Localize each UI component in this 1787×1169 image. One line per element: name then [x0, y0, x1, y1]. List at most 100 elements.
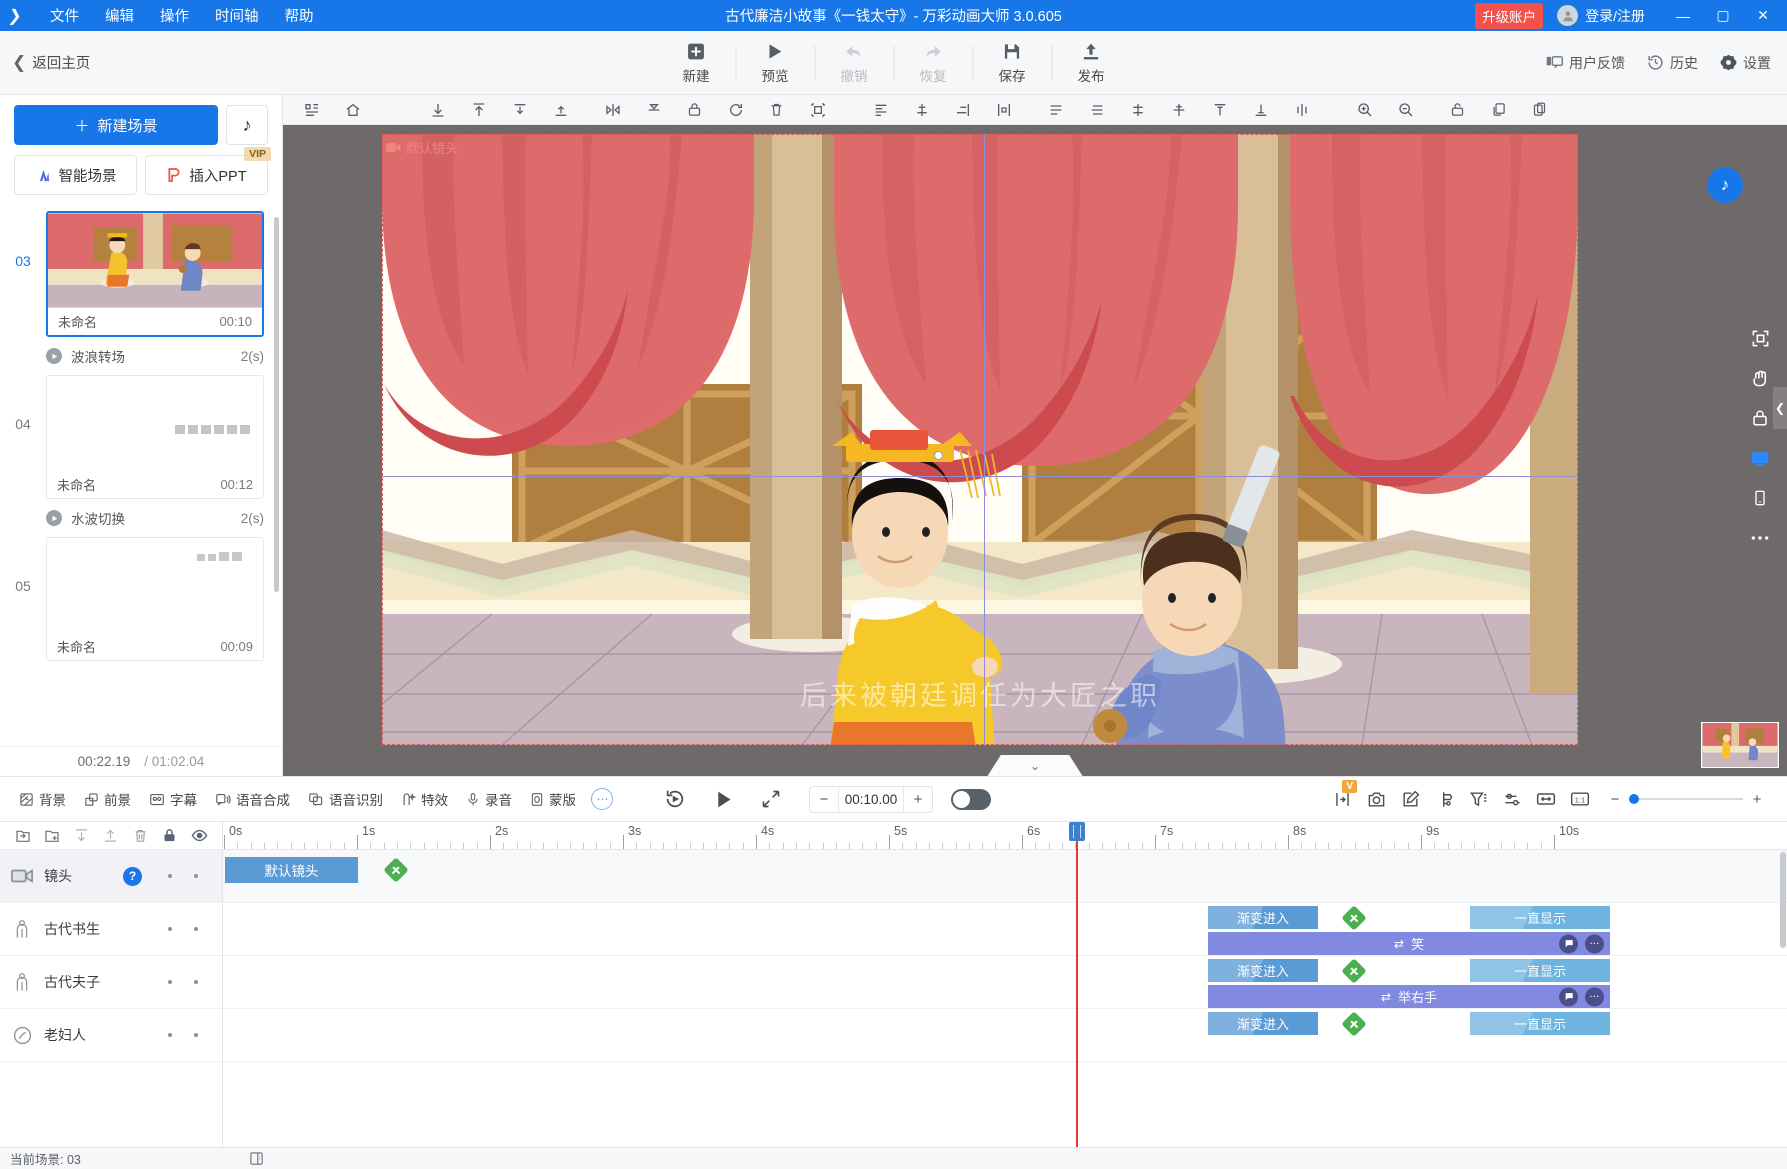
new-folder-icon[interactable] — [37, 824, 66, 848]
record-button[interactable]: 录音 — [457, 782, 521, 816]
preview-toggle[interactable] — [951, 788, 991, 810]
scene-music-button[interactable]: ♪ — [1707, 167, 1743, 203]
add-keyframe-button[interactable] — [1341, 905, 1367, 931]
clip-enter-effect[interactable]: 渐变进入 — [1208, 959, 1318, 982]
scene-card[interactable]: 未命名 00:10 — [46, 211, 264, 337]
align-v-bottom-icon[interactable] — [1240, 96, 1281, 124]
transition-item-0[interactable]: 波浪转场 2(s) — [0, 337, 282, 375]
paste-icon[interactable] — [1519, 96, 1560, 124]
lock-icon[interactable] — [674, 96, 715, 124]
save-button[interactable]: 保存 — [975, 38, 1049, 87]
upgrade-account-button[interactable]: 升级账户 — [1475, 2, 1544, 29]
mask-button[interactable]: 蒙版 — [521, 782, 585, 816]
track-lock-toggle[interactable] — [168, 1033, 172, 1037]
smart-scene-button[interactable]: 智能场景 — [14, 155, 137, 195]
clip-enter-effect[interactable]: 渐变进入 — [1208, 906, 1318, 929]
scene-card[interactable]: 未命名 00:12 — [46, 375, 264, 499]
menu-item-help[interactable]: 帮助 — [273, 1, 326, 30]
track-header-master[interactable]: 古代夫子 — [0, 956, 222, 1009]
move-down-icon[interactable] — [67, 824, 96, 848]
scene-list-scrollbar[interactable] — [274, 217, 279, 592]
align-left-icon[interactable] — [860, 96, 901, 124]
open-folder-icon[interactable] — [8, 824, 37, 848]
track-visibility-toggle[interactable] — [194, 1033, 198, 1037]
clip-more-button[interactable]: ⋯ — [1585, 934, 1604, 953]
history-button[interactable]: 历史 — [1647, 53, 1698, 73]
scene-item-03[interactable]: 03 未命名 00:10 — [0, 211, 282, 337]
scene-list[interactable]: 03 未命名 00:10 波浪转场 2(s) 04 未命名 00:12 水波切换… — [0, 195, 282, 746]
align-v-top-icon[interactable] — [1199, 96, 1240, 124]
maximize-button[interactable]: ▢ — [1703, 0, 1743, 31]
replay-icon[interactable] — [651, 782, 699, 816]
mini-preview-thumbnail[interactable] — [1701, 722, 1779, 768]
duration-increase-button[interactable]: + — [904, 787, 932, 812]
track-lock-toggle[interactable] — [168, 874, 172, 878]
edit-icon[interactable] — [1393, 782, 1427, 816]
background-button[interactable]: 背景 — [10, 782, 75, 816]
camera-icon[interactable] — [1359, 782, 1393, 816]
signpost-icon[interactable] — [1427, 782, 1461, 816]
track-visibility-toggle[interactable] — [194, 980, 198, 984]
track-visibility-toggle[interactable] — [194, 874, 198, 878]
timeline-scrollbar[interactable] — [1780, 852, 1786, 948]
play-button[interactable] — [699, 782, 747, 816]
duration-decrease-button[interactable]: − — [810, 787, 838, 812]
duration-stepper[interactable]: − 00:10.00 + — [809, 785, 933, 813]
add-camera-keyframe-button[interactable] — [383, 857, 409, 883]
login-register-button[interactable]: 登录/注册 — [1557, 5, 1645, 26]
zoom-track[interactable] — [1629, 794, 1743, 804]
zoom-knob[interactable] — [1629, 794, 1639, 804]
mobile-icon[interactable] — [1743, 483, 1777, 513]
add-keyframe-button[interactable] — [1341, 1011, 1367, 1037]
scene-card[interactable]: 未命名 00:09 — [46, 537, 264, 661]
track-header-camera[interactable]: 镜头 ? — [0, 850, 222, 903]
camera-label[interactable]: 默认镜头 — [386, 138, 458, 157]
playhead[interactable] — [1069, 822, 1085, 1147]
center-v-icon[interactable] — [1158, 96, 1199, 124]
undo-button[interactable]: 撤销 — [817, 38, 891, 87]
track-header-old-woman[interactable]: 老妇人 — [0, 1009, 222, 1062]
foreground-button[interactable]: 前景 — [75, 782, 140, 816]
transition-item-1[interactable]: 水波切换 2(s) — [0, 499, 282, 537]
duration-value[interactable]: 00:10.00 — [838, 786, 904, 812]
stage-resize-handle[interactable]: ⌄ — [987, 755, 1083, 776]
distribute-h-icon[interactable] — [983, 96, 1024, 124]
publish-button[interactable]: 发布 — [1054, 38, 1128, 87]
timeline-ruler[interactable]: 0s 1s 2s 3s 4s 5s 6s 7s 8s 9s 10s — [223, 822, 1787, 850]
minimize-button[interactable]: — — [1663, 0, 1703, 31]
panel-icon[interactable] — [249, 1151, 264, 1166]
clip-action[interactable]: ⇄ 笑 ⋯ — [1208, 932, 1610, 955]
track-header-scholar[interactable]: 古代书生 — [0, 903, 222, 956]
camera-clip[interactable]: 默认镜头 — [225, 857, 358, 883]
zoom-in-button[interactable]: + — [1743, 785, 1771, 813]
align-justify-icon[interactable] — [1076, 96, 1117, 124]
menu-item-file[interactable]: 文件 — [38, 1, 91, 30]
more-tools-button[interactable]: ⋯ — [591, 788, 613, 810]
scene-item-04[interactable]: 04 未命名 00:12 — [0, 375, 282, 499]
zoom-slider[interactable]: − + — [1601, 785, 1771, 813]
insert-ppt-button[interactable]: 插入PPT VIP — [145, 147, 271, 195]
spacing-icon[interactable] — [1117, 96, 1158, 124]
hand-icon[interactable] — [1743, 363, 1777, 393]
fullscreen-icon[interactable] — [747, 782, 795, 816]
track-row-scholar[interactable]: 渐变进入 一直显示 ⇄ 笑 ⋯ — [223, 903, 1787, 956]
clip-enter-effect[interactable]: 渐变进入 — [1208, 1012, 1318, 1035]
zoom-out-icon[interactable] — [1385, 96, 1426, 124]
move-up-icon[interactable] — [96, 824, 125, 848]
scene-name[interactable]: 未命名 — [57, 475, 96, 494]
delete-icon[interactable] — [756, 96, 797, 124]
distribute-v-icon[interactable] — [499, 96, 540, 124]
zoom-out-button[interactable]: − — [1601, 785, 1629, 813]
clip-more-button[interactable]: ⋯ — [1585, 987, 1604, 1006]
track-lock-toggle[interactable] — [168, 927, 172, 931]
effects-button[interactable]: 特效 — [392, 782, 457, 816]
scene-name[interactable]: 未命名 — [57, 637, 96, 656]
zoom-in-icon[interactable] — [1344, 96, 1385, 124]
lock-icon[interactable] — [1743, 403, 1777, 433]
track-row-camera[interactable]: 默认镜头 — [223, 850, 1787, 903]
track-lock-toggle[interactable] — [168, 980, 172, 984]
align-middle-icon[interactable] — [540, 96, 581, 124]
comment-icon[interactable] — [1559, 934, 1578, 953]
collapse-panel-button[interactable]: ❮ — [1773, 387, 1787, 429]
track-row-master[interactable]: 渐变进入 一直显示 ⇄ 举右手 ⋯ — [223, 956, 1787, 1009]
